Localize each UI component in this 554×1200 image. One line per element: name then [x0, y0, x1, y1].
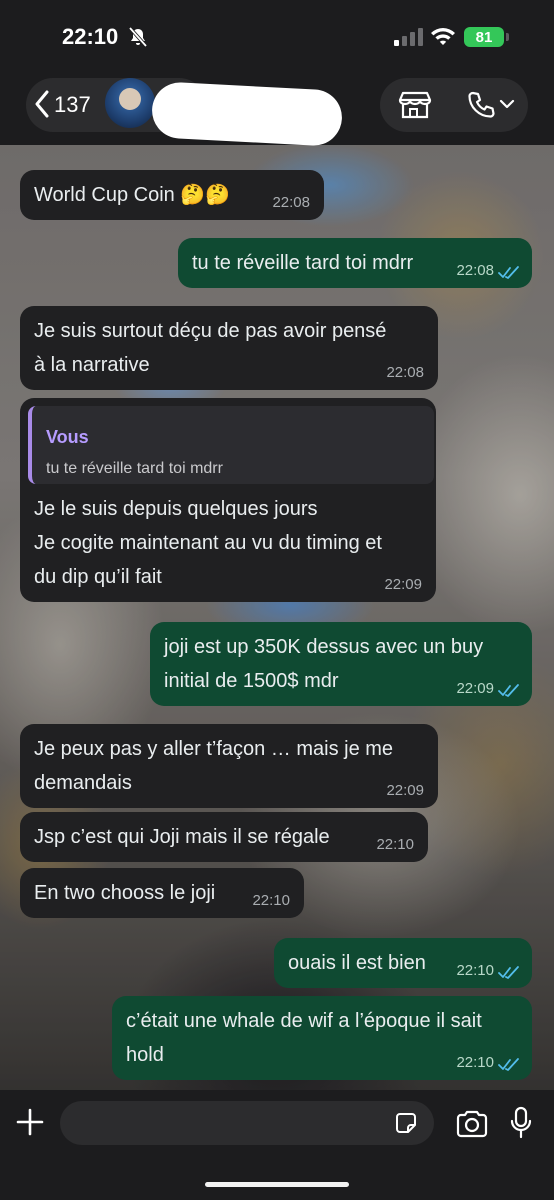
message-bubble-incoming[interactable]: World Cup Coin 🤔🤔 22:08 — [20, 170, 324, 220]
message-time: 22:08 — [386, 364, 424, 381]
message-time: 22:10 — [252, 892, 290, 909]
quoted-author: Vous — [46, 427, 89, 447]
message-text: En two chooss le joji — [34, 882, 216, 904]
message-text: Je peux pas y aller t’façon … mais je me… — [34, 738, 394, 794]
message-text: tu te réveille tard toi mdrr — [192, 252, 414, 274]
message-bubble-outgoing[interactable]: tu te réveille tard toi mdrr 22:08 — [178, 238, 532, 288]
message-input[interactable] — [60, 1101, 434, 1145]
chat-header: 22:10 81 137 ez — [0, 0, 554, 147]
message-text: Je suis surtout déçu de pas avoir pensé … — [34, 320, 387, 376]
message-time: 22:08 — [272, 194, 310, 211]
avatar[interactable] — [105, 78, 155, 128]
message-bubble-incoming[interactable]: Je peux pas y aller t’façon … mais je me… — [20, 724, 438, 808]
phone-icon[interactable] — [466, 90, 496, 120]
wifi-icon — [431, 28, 455, 45]
store-icon[interactable] — [398, 90, 432, 120]
quoted-message[interactable]: Vous tu te réveille tard toi mdrr — [28, 406, 434, 484]
read-receipt-icon — [498, 1058, 519, 1071]
mic-icon[interactable] — [510, 1106, 532, 1140]
message-text: Je le suis depuis quelques jours Je cogi… — [34, 498, 382, 588]
redaction-scribble — [150, 81, 344, 147]
sticker-icon[interactable] — [394, 1111, 418, 1135]
read-receipt-icon — [498, 266, 519, 279]
signal-icon — [394, 28, 423, 46]
message-text: Jsp c’est qui Joji mais il se régale — [34, 826, 330, 848]
message-text: c’était une whale de wif a l’époque il s… — [126, 1010, 482, 1066]
message-text: World Cup Coin 🤔🤔 — [34, 184, 231, 206]
read-receipt-icon — [498, 684, 519, 697]
message-bubble-incoming[interactable]: En two chooss le joji 22:10 — [20, 868, 304, 918]
status-time: 22:10 — [62, 24, 119, 49]
bell-slash-icon — [128, 26, 148, 48]
message-time: 22:09 — [456, 680, 494, 697]
message-time: 22:09 — [384, 576, 422, 593]
read-receipt-icon — [498, 966, 519, 979]
battery-level: 81 — [475, 28, 493, 46]
plus-icon[interactable] — [16, 1108, 44, 1136]
message-text: ouais il est bien — [288, 952, 426, 974]
message-time: 22:10 — [376, 836, 414, 853]
unread-count[interactable]: 137 — [54, 92, 91, 118]
message-time: 22:09 — [386, 782, 424, 799]
message-text: joji est up 350K dessus avec un buy init… — [164, 636, 484, 692]
camera-icon[interactable] — [455, 1110, 489, 1138]
message-bubble-incoming[interactable]: Je suis surtout déçu de pas avoir pensé … — [20, 306, 438, 390]
message-time: 22:10 — [456, 962, 494, 979]
message-bubble-outgoing[interactable]: c’était une whale de wif a l’époque il s… — [112, 996, 532, 1080]
chat-screen: 22:10 81 137 ez — [0, 0, 554, 1200]
quoted-text: tu te réveille tard toi mdrr — [46, 460, 223, 477]
battery-indicator: 81 — [464, 27, 504, 47]
chevron-down-icon[interactable] — [499, 98, 515, 110]
chevron-left-icon[interactable] — [34, 90, 50, 118]
message-bubble-outgoing[interactable]: joji est up 350K dessus avec un buy init… — [150, 622, 532, 706]
message-time: 22:10 — [456, 1054, 494, 1071]
message-time: 22:08 — [456, 262, 494, 279]
home-indicator — [205, 1182, 349, 1187]
message-bubble-incoming-reply[interactable]: Vous tu te réveille tard toi mdrr Je le … — [20, 398, 436, 602]
message-bubble-incoming[interactable]: Jsp c’est qui Joji mais il se régale 22:… — [20, 812, 428, 862]
message-bubble-outgoing[interactable]: ouais il est bien 22:10 — [274, 938, 532, 988]
